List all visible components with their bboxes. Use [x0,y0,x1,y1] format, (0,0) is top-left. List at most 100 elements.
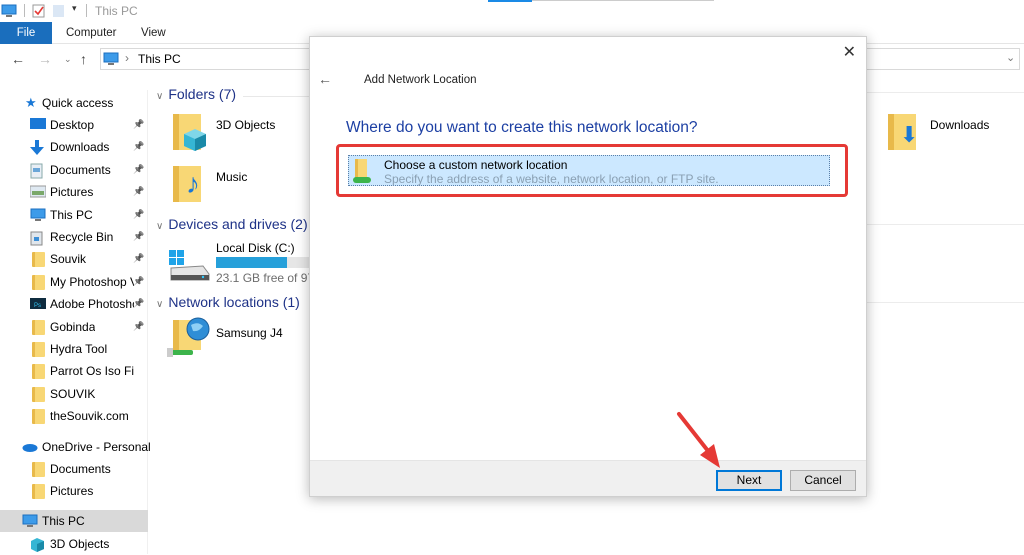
folder-icon [32,409,45,425]
close-icon[interactable]: ✕ [843,42,856,62]
pin-icon[interactable]: 📌 [133,164,144,175]
windows-drive-icon [169,250,210,281]
group-header-devices[interactable]: ∨ Devices and drives (2) [156,216,308,232]
divider [867,224,1024,225]
sidebar-item-gobinda[interactable]: Gobinda 📌 [0,316,148,338]
3d-objects-icon [184,129,206,151]
group-header-network[interactable]: ∨ Network locations (1) [156,294,300,310]
music-note-icon: ♪ [186,168,200,199]
tab-file[interactable]: File [0,22,52,44]
title-bar: ▾ This PC [0,0,1024,22]
computer-icon [103,52,119,65]
sidebar-item-pictures[interactable]: Pictures 📌 [0,181,148,203]
recent-locations-button[interactable]: ⌄ [64,54,72,65]
network-cable-icon [167,348,193,357]
computer-icon [22,514,38,527]
sidebar-item-hydra-tool[interactable]: Hydra Tool [0,338,148,360]
drive-usage-bar [216,257,309,268]
sidebar-item-label: This PC [50,207,93,222]
navigation-pane: ★ Quick access Desktop 📌 Downloads 📌 Documen… [0,90,151,555]
add-network-location-dialog: ✕ ← Add Network Location Where do you wa… [309,36,867,497]
sidebar-item-souvik[interactable]: SOUVIK [0,383,148,405]
drive-label: Local Disk (C:) [216,241,295,255]
group-title: Network locations (1) [168,294,300,310]
sidebar-item-parrot-os-iso-file[interactable]: Parrot Os Iso File [0,360,148,382]
network-location-label: Samsung J4 [216,326,283,340]
sidebar-item-label: This PC [42,514,85,528]
pin-icon[interactable]: 📌 [133,276,144,287]
sidebar-item-documents[interactable]: Documents 📌 [0,159,148,181]
sidebar-item-label: Adobe Photoshc [50,297,134,312]
pin-icon[interactable]: 📌 [133,209,144,220]
sidebar-item-3d-objects[interactable]: 3D Objects [0,533,148,555]
properties-icon[interactable] [32,4,45,18]
recycle-bin-icon [30,230,43,249]
sidebar-item-onedrive-pictures[interactable]: Pictures [0,480,148,502]
cancel-button[interactable]: Cancel [790,470,856,491]
folder-label: 3D Objects [216,118,276,132]
sidebar-item-adobe-photoshc[interactable]: Ps Adobe Photoshc 📌 [0,293,148,315]
tab-computer[interactable]: Computer [66,22,117,44]
sidebar-item-souvik[interactable]: Souvik 📌 [0,248,148,270]
sidebar-item-my-photoshop-v[interactable]: My Photoshop V 📌 [0,271,148,293]
pin-icon[interactable]: 📌 [133,119,144,130]
computer-icon [30,208,46,225]
group-title: Folders (7) [168,86,237,102]
folder-icon [32,274,45,290]
sidebar-item-label: Desktop [50,118,95,132]
documents-icon [30,163,43,182]
3d-objects-icon [31,538,44,552]
sidebar-item-this-pc[interactable]: This PC 📌 [0,204,148,226]
chevron-down-icon: ∨ [156,91,164,102]
folder-icon [32,386,45,402]
sidebar-item-label: Souvik [50,252,87,267]
breadcrumb-this-pc[interactable]: This PC [138,52,181,66]
folder-icon [32,252,45,268]
sidebar-item-thesouvik-com[interactable]: theSouvik.com [0,405,148,427]
new-folder-icon[interactable] [53,4,64,18]
next-button[interactable]: Next [716,470,782,491]
sidebar-item-recycle-bin[interactable]: Recycle Bin 📌 [0,226,148,248]
sidebar-item-label: My Photoshop V [50,274,134,289]
tab-view[interactable]: View [141,22,166,44]
sidebar-item-onedrive-documents[interactable]: Documents [0,458,148,480]
pin-icon[interactable]: 📌 [133,321,144,332]
divider [86,4,87,17]
folder-icon [32,364,45,380]
window-edge [532,0,714,1]
breadcrumb-separator: › [125,51,129,65]
group-title: Devices and drives (2) [168,216,308,232]
pin-icon[interactable]: 📌 [133,186,144,197]
sidebar-item-label: Pictures [50,484,94,498]
address-dropdown-icon[interactable]: ⌄ [1006,51,1015,64]
folder-icon [32,484,45,499]
divider [24,4,25,17]
customize-qat-icon[interactable]: ▾ [72,3,77,14]
folder-icon [32,342,45,357]
pin-icon[interactable]: 📌 [133,231,144,242]
drive-usage-fill [216,257,287,268]
download-arrow-icon: ⬇ [900,122,919,147]
dialog-footer: Next Cancel [310,460,866,496]
sidebar-onedrive[interactable]: OneDrive - Personal [0,436,151,458]
back-button[interactable]: ← [11,51,25,67]
sidebar-this-pc[interactable]: This PC [0,510,148,532]
sidebar-item-label: Parrot Os Iso File [50,364,134,379]
folder-icon [32,462,45,477]
folder-label: Music [216,170,248,184]
sidebar-quick-access[interactable]: ★ Quick access [0,92,148,114]
download-icon [30,140,44,159]
forward-button[interactable]: → [38,51,52,67]
sidebar-item-desktop[interactable]: Desktop 📌 [0,114,148,136]
sidebar-item-label: 3D Objects [50,537,110,551]
sidebar-item-label: Downloads [50,140,110,155]
sidebar-item-downloads[interactable]: Downloads 📌 [0,136,148,158]
pin-icon[interactable]: 📌 [133,141,144,152]
pin-icon[interactable]: 📌 [133,253,144,264]
up-button[interactable]: ↑ [80,51,87,67]
folder-label: Downloads [930,118,990,132]
back-arrow-icon[interactable]: ← [318,71,332,87]
pin-icon[interactable]: 📌 [133,298,144,309]
sidebar-item-label: SOUVIK [50,386,96,401]
group-header-folders[interactable]: ∨ Folders (7) [156,86,236,102]
